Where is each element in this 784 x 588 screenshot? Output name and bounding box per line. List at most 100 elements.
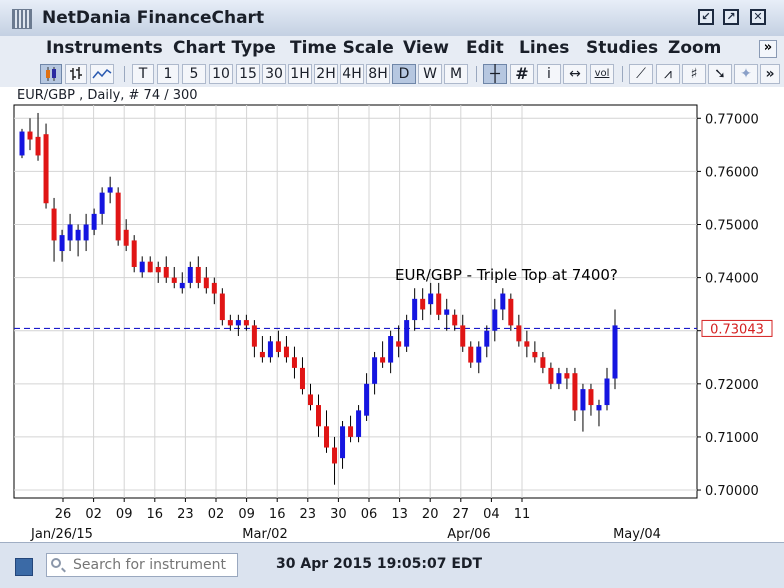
candle-body — [332, 447, 338, 464]
status-indicator[interactable] — [15, 558, 33, 576]
menu-view[interactable]: View — [403, 38, 449, 58]
timescale-15m[interactable]: 15 — [236, 64, 260, 84]
candle-body — [171, 277, 177, 283]
candle-body — [484, 330, 490, 347]
candle-body — [500, 293, 506, 310]
marker-icon[interactable]: ✦ — [734, 64, 758, 84]
search-icon — [51, 558, 61, 568]
menu-lines[interactable]: Lines — [519, 38, 569, 58]
fan-lines-icon[interactable]: ⩘ — [656, 64, 680, 84]
candle-body — [508, 298, 514, 326]
pointer-icon[interactable]: ➘ — [708, 64, 732, 84]
candle-body — [468, 346, 474, 363]
candle-body — [115, 192, 121, 241]
x-tick-label: 04 — [483, 507, 500, 522]
timescale-4h[interactable]: 4H — [340, 64, 364, 84]
ohlc-bars-icon[interactable] — [65, 64, 87, 84]
candle-body — [227, 320, 233, 326]
grid-icon[interactable]: # — [510, 64, 534, 84]
timescale-1h[interactable]: 1H — [288, 64, 312, 84]
candle-body — [195, 266, 201, 283]
y-tick-label: 0.76000 — [705, 165, 759, 180]
timescale-30m[interactable]: 30 — [262, 64, 286, 84]
period-label: Mar/02 — [242, 527, 287, 542]
candle-body — [27, 131, 33, 140]
candle-body — [35, 136, 41, 156]
search-input[interactable] — [73, 555, 233, 575]
candle-body — [67, 224, 73, 241]
candle-body — [19, 131, 25, 156]
candle-body — [324, 426, 330, 448]
candle-body — [259, 351, 265, 358]
x-tick-label: 13 — [391, 507, 408, 522]
menu-bar: Instruments Chart Type Time Scale View E… — [0, 36, 784, 63]
menu-zoom[interactable]: Zoom — [668, 38, 721, 58]
candle-body — [364, 383, 370, 416]
toolbar-separator — [476, 66, 477, 82]
x-tick-label: 27 — [453, 507, 470, 522]
menu-instruments[interactable]: Instruments — [46, 38, 163, 58]
candle-body — [123, 229, 129, 246]
fibonacci-icon[interactable]: ♯ — [682, 64, 706, 84]
candle-body — [356, 410, 362, 437]
candle-body — [83, 224, 89, 241]
timescale-8h[interactable]: 8H — [366, 64, 390, 84]
scale-icon[interactable]: ↔ — [563, 64, 587, 84]
menu-edit[interactable]: Edit — [466, 38, 504, 58]
timescale-weekly[interactable]: W — [418, 64, 442, 84]
timescale-tick[interactable]: T — [132, 64, 154, 84]
crosshair-icon[interactable]: ┼ — [483, 64, 507, 84]
toolbar-overflow-button[interactable]: » — [760, 64, 780, 84]
candle-body — [91, 213, 97, 230]
timescale-1m[interactable]: 1 — [157, 64, 179, 84]
candle-body — [524, 341, 530, 347]
candle-body — [452, 314, 458, 326]
toolbar-separator — [124, 66, 125, 82]
info-icon[interactable]: i — [537, 64, 561, 84]
timescale-monthly[interactable]: M — [444, 64, 468, 84]
line-chart-icon[interactable] — [90, 64, 114, 84]
candle-body — [43, 134, 49, 204]
y-tick-label: 0.72000 — [705, 378, 759, 393]
menu-overflow-button[interactable]: » — [759, 40, 777, 58]
timescale-10m[interactable]: 10 — [209, 64, 233, 84]
candle-body — [596, 405, 602, 411]
candle-body — [556, 373, 562, 384]
candle-body — [548, 367, 554, 384]
search-field[interactable] — [46, 553, 238, 577]
candle-body — [428, 293, 434, 305]
candle-body — [492, 309, 498, 331]
x-tick-label: 30 — [330, 507, 347, 522]
x-tick-label: 11 — [514, 507, 531, 522]
trendline-icon[interactable]: ⟋ — [629, 64, 653, 84]
candle-body — [412, 298, 418, 321]
minimize-icon[interactable]: ↙ — [698, 9, 714, 25]
candle-body — [107, 187, 113, 193]
candle-body — [187, 266, 193, 283]
x-tick-label: 26 — [55, 507, 72, 522]
volume-icon[interactable]: vol — [590, 64, 614, 84]
menu-chart-type[interactable]: Chart Type — [173, 38, 276, 58]
close-icon[interactable]: ✕ — [750, 9, 766, 25]
price-tag-label: 0.73043 — [710, 322, 764, 337]
timescale-daily[interactable]: D — [392, 64, 416, 84]
candle-body — [139, 261, 145, 273]
menu-time-scale[interactable]: Time Scale — [290, 38, 394, 58]
timescale-2h[interactable]: 2H — [314, 64, 338, 84]
candle-body — [612, 325, 618, 379]
y-tick-label: 0.75000 — [705, 218, 759, 233]
candle-body — [203, 277, 209, 289]
y-tick-label: 0.70000 — [705, 484, 759, 499]
candles-icon[interactable] — [40, 64, 62, 84]
candle-body — [588, 389, 594, 406]
candle-body — [75, 229, 81, 241]
candle-body — [532, 351, 538, 358]
menu-studies[interactable]: Studies — [586, 38, 658, 58]
timescale-5m[interactable]: 5 — [182, 64, 206, 84]
app-icon — [12, 9, 32, 29]
candle-body — [436, 293, 442, 315]
candle-body — [267, 341, 273, 358]
maximize-icon[interactable]: ↗ — [723, 9, 739, 25]
candle-body — [51, 208, 57, 241]
candlestick-chart[interactable]: 26 02 09 16 23 02 09 16 23 30 06 13 20 27 04 11 0.77000 0… — [0, 87, 784, 542]
